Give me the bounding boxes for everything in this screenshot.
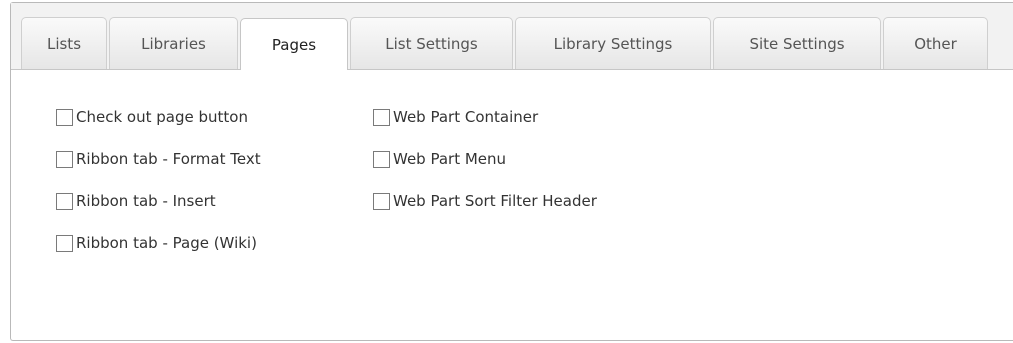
option-web-part-menu[interactable]: Web Part Menu: [373, 148, 506, 170]
option-ribbon-tab-page-wiki[interactable]: Ribbon tab - Page (Wiki): [56, 232, 257, 254]
option-ribbon-tab-format-text[interactable]: Ribbon tab - Format Text: [56, 148, 261, 170]
option-label: Web Part Sort Filter Header: [393, 192, 597, 210]
checkbox[interactable]: [373, 150, 390, 168]
checkbox[interactable]: [56, 234, 73, 252]
tab-pages[interactable]: Pages: [240, 18, 348, 70]
option-web-part-sort-filter-header[interactable]: Web Part Sort Filter Header: [373, 190, 597, 212]
tab-library-settings[interactable]: Library Settings: [515, 17, 711, 69]
tab-list-settings[interactable]: List Settings: [350, 17, 513, 69]
option-label: Web Part Menu: [393, 150, 507, 168]
option-label: Web Part Container: [393, 108, 539, 126]
option-label: Ribbon tab - Format Text: [76, 150, 261, 168]
checkbox[interactable]: [56, 192, 73, 210]
option-label: Ribbon tab - Page (Wiki): [76, 234, 257, 252]
tab-libraries[interactable]: Libraries: [109, 17, 238, 69]
tab-bar: Lists Libraries Pages List Settings Libr…: [11, 3, 1013, 70]
tab-lists[interactable]: Lists: [21, 17, 107, 69]
option-label: Ribbon tab - Insert: [76, 192, 216, 210]
option-ribbon-tab-insert[interactable]: Ribbon tab - Insert: [56, 190, 216, 212]
option-check-out-page-button[interactable]: Check out page button: [56, 106, 248, 128]
tab-other[interactable]: Other: [883, 17, 988, 69]
settings-panel: Lists Libraries Pages List Settings Libr…: [10, 2, 1013, 341]
checkbox[interactable]: [373, 192, 390, 210]
tab-site-settings[interactable]: Site Settings: [713, 17, 881, 69]
checkbox[interactable]: [56, 150, 73, 168]
checkbox[interactable]: [373, 108, 390, 126]
option-label: Check out page button: [76, 108, 248, 126]
checkbox[interactable]: [56, 108, 73, 126]
option-web-part-container[interactable]: Web Part Container: [373, 106, 538, 128]
pages-tab-content: Check out page button Ribbon tab - Forma…: [11, 70, 1013, 340]
